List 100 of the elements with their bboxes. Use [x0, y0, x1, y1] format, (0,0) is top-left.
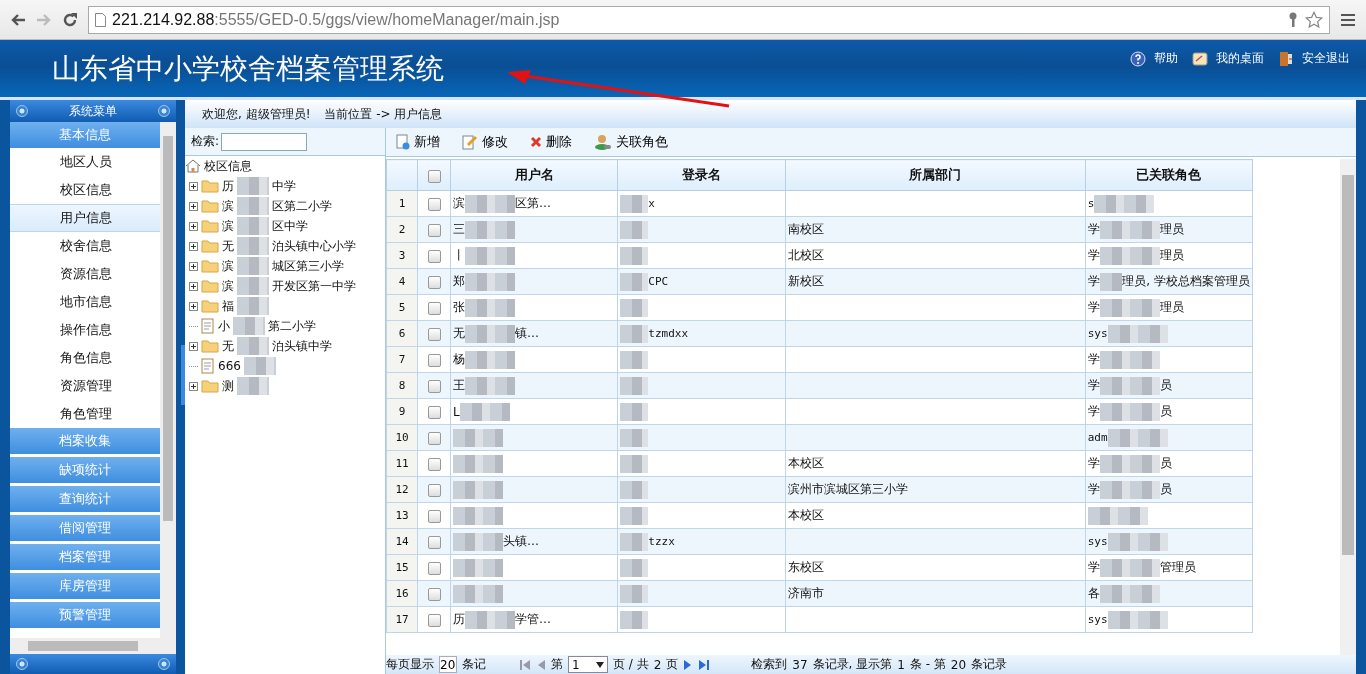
row-checkbox[interactable]	[427, 613, 441, 627]
row-checkbox[interactable]	[427, 275, 441, 289]
row-checkbox[interactable]	[427, 353, 441, 367]
table-cell: 学	[1087, 455, 1100, 472]
page-size-field[interactable]: 20	[439, 656, 457, 673]
row-number: 11	[386, 450, 418, 477]
scrollbar[interactable]	[160, 122, 176, 638]
table-cell: 理员	[1159, 299, 1184, 316]
blurred-redaction	[1099, 402, 1160, 421]
tree-node[interactable]: 无	[222, 337, 234, 355]
blurred-redaction	[465, 246, 515, 265]
first-page-icon[interactable]	[519, 658, 531, 671]
address-bar[interactable]: 221.214.92.88:5555/GED-0.5/ggs/view/homeManager/main.jsp	[88, 5, 1330, 34]
star-icon[interactable]	[1305, 10, 1323, 29]
tree-node[interactable]: 小	[218, 317, 230, 335]
expand-icon[interactable]	[189, 181, 198, 191]
tree-node[interactable]: 滨	[222, 277, 234, 295]
blurred-redaction	[237, 377, 269, 395]
blurred-redaction	[453, 480, 503, 499]
expand-icon[interactable]	[189, 201, 198, 211]
expand-icon[interactable]	[189, 241, 198, 251]
blurred-redaction	[1107, 324, 1168, 343]
row-checkbox[interactable]	[427, 249, 441, 263]
select-all-checkbox[interactable]	[427, 169, 441, 183]
toolbar-button[interactable]: 新增	[392, 133, 444, 151]
tree-node[interactable]: 校区信息	[204, 157, 252, 175]
row-checkbox[interactable]	[427, 457, 441, 471]
tree-node[interactable]: 滨	[222, 257, 234, 275]
row-checkbox[interactable]	[427, 431, 441, 445]
forward-icon[interactable]	[36, 12, 52, 27]
table-cell: 理员	[1159, 247, 1184, 264]
tree-node[interactable]: 测	[222, 377, 234, 395]
scrollbar[interactable]	[1340, 159, 1356, 655]
tree-node[interactable]: 区中学	[272, 217, 308, 235]
blurred-redaction	[620, 402, 649, 421]
header-link[interactable]: 安全退出	[1302, 50, 1350, 67]
row-checkbox[interactable]	[427, 197, 441, 211]
table-cell: 学	[1087, 351, 1100, 368]
search-field[interactable]	[221, 132, 308, 151]
back-icon[interactable]	[10, 12, 26, 27]
row-checkbox[interactable]	[427, 327, 441, 341]
blurred-redaction	[1099, 454, 1160, 473]
table-cell: 管理员	[1159, 559, 1196, 576]
caret-icon	[596, 661, 604, 668]
tree-node[interactable]: 区第二小学	[272, 197, 332, 215]
blurred-redaction	[620, 350, 649, 369]
tree-node[interactable]: 城区第三小学	[272, 257, 344, 275]
tree-node[interactable]: 泊头镇中心小学	[272, 237, 356, 255]
row-checkbox[interactable]	[427, 405, 441, 419]
tree-node[interactable]: 泊头镇中学	[272, 337, 332, 355]
row-number: 13	[386, 502, 418, 529]
expand-icon[interactable]	[189, 381, 198, 391]
previous-page-icon[interactable]	[536, 658, 546, 671]
location-text: 当前位置 -> 用户信息	[324, 105, 443, 123]
expand-icon[interactable]	[189, 301, 198, 311]
page-select[interactable]: 1	[568, 656, 608, 673]
tree-node[interactable]: 无	[222, 237, 234, 255]
tree-node[interactable]: 福	[222, 297, 234, 315]
tree-node[interactable]: 开发区第一中学	[272, 277, 356, 295]
expand-icon[interactable]	[189, 281, 198, 291]
header-link[interactable]: 帮助	[1154, 50, 1178, 67]
toolbar-button[interactable]: 关联角色	[590, 133, 672, 151]
horizontal-scrollbar[interactable]	[10, 638, 176, 654]
blurred-redaction	[620, 532, 649, 551]
menu-icon[interactable]	[1340, 12, 1356, 27]
table-cell: L	[453, 404, 460, 419]
collapse-handle[interactable]	[181, 345, 185, 405]
row-checkbox[interactable]	[427, 483, 441, 497]
row-checkbox[interactable]	[427, 561, 441, 575]
tree-node[interactable]: 滨	[222, 197, 234, 215]
key-icon[interactable]	[1287, 11, 1299, 28]
row-checkbox[interactable]	[427, 379, 441, 393]
table-cell: 镇…	[515, 325, 539, 342]
blurred-redaction	[237, 337, 269, 355]
toolbar-button[interactable]: 删除	[526, 133, 576, 151]
table-cell: 学	[1087, 273, 1100, 290]
expand-icon[interactable]	[189, 221, 198, 231]
blurred-redaction	[243, 357, 276, 375]
tree-node[interactable]: 中学	[272, 177, 296, 195]
header-link[interactable]: 我的桌面	[1216, 50, 1264, 67]
menu-item[interactable]: 用户信息	[10, 204, 160, 232]
row-checkbox[interactable]	[427, 509, 441, 523]
table-cell: 学	[1087, 559, 1100, 576]
expand-icon[interactable]	[189, 341, 198, 351]
tree-node[interactable]: 历	[222, 177, 234, 195]
add-document-icon	[396, 134, 410, 150]
page-count: 2	[653, 657, 662, 672]
row-checkbox[interactable]	[427, 223, 441, 237]
pencil-note-icon	[462, 134, 478, 150]
row-number: 17	[386, 606, 418, 633]
expand-icon[interactable]	[189, 261, 198, 271]
row-checkbox[interactable]	[427, 587, 441, 601]
row-checkbox[interactable]	[427, 535, 441, 549]
last-page-icon[interactable]	[698, 658, 711, 671]
toolbar-button[interactable]: 修改	[458, 133, 512, 151]
tree-node[interactable]: 666	[218, 359, 241, 373]
tree-node[interactable]: 第二小学	[268, 317, 316, 335]
row-checkbox[interactable]	[427, 301, 441, 315]
tree-node[interactable]: 滨	[222, 217, 234, 235]
reload-icon[interactable]	[62, 11, 78, 28]
